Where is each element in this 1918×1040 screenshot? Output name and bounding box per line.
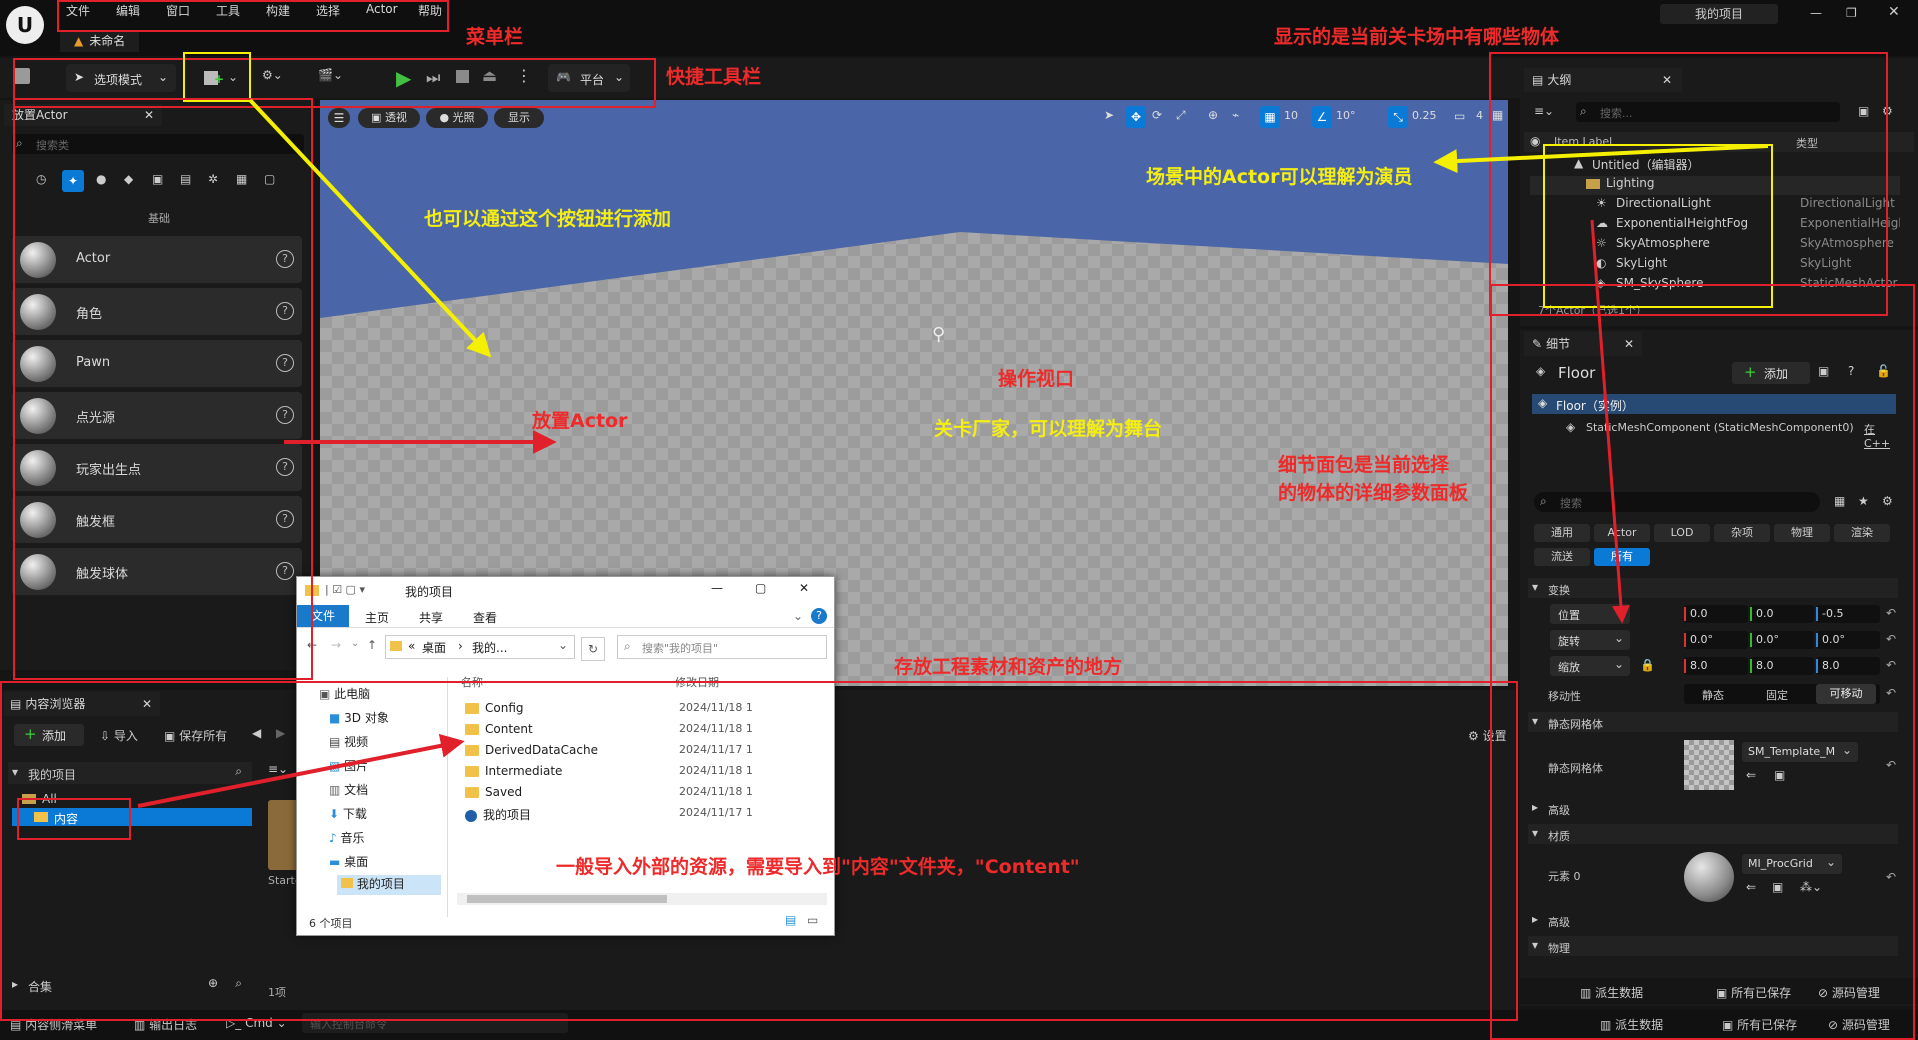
annotation-viewport: 操作视口 [998,368,1075,390]
annotation-quick-toolbar: 快捷工具栏 [666,66,762,88]
address-bar[interactable]: « 桌面 › 我的... ⌄ [385,635,575,659]
ribbon-tab-view[interactable]: 查看 [473,609,497,626]
scale-snap-icon: ⤡ [1388,106,1408,128]
project-name-badge: 我的项目 [1660,4,1778,24]
explorer-search-placeholder: 搜索"我的项目" [642,642,719,655]
level-icon: ▲ [74,34,84,48]
show-button[interactable]: 显示 [494,108,544,128]
lighting-button[interactable]: ● 光照 [426,108,488,128]
place-actors-highlight [13,98,313,680]
level-tab-label: 未命名 [89,34,126,48]
angle-icon: ∠ [1312,106,1332,128]
annotation-actors: 场景中的Actor可以理解为演员 [1146,166,1413,188]
annotation-details-2: 的物体的详细参数面板 [1278,482,1469,504]
ribbon-expand-icon[interactable]: ⌄ [793,609,803,623]
annotation-outliner: 显示的是当前关卡场中有哪些物体 [1274,26,1560,48]
cube-icon: ▣ [371,111,385,124]
address-row: ← → ⌄ ↑ « 桌面 › 我的... ⌄ ↻ ⌕ 搜索"我的项目" [297,633,834,661]
search-icon: ⌕ [624,639,631,653]
camera-speed-button[interactable]: ▭ 4 [1454,106,1488,128]
rotate-tool-icon[interactable]: ⟳ [1152,108,1162,122]
path-project[interactable]: 我的... [472,639,507,656]
maximize-icon[interactable]: ❐ [1846,6,1857,20]
world-space-icon[interactable]: ⊕ [1208,108,1218,122]
path-chevron: « [408,639,416,653]
explorer-title: 我的项目 [405,585,454,599]
path-separator: › [458,639,463,653]
surface-snap-icon[interactable]: ⌁ [1232,108,1239,122]
help-icon[interactable]: ? [811,608,827,624]
path-desktop[interactable]: 桌面 [422,639,446,656]
recent-dropdown-icon[interactable]: ⌄ [351,638,359,649]
grid-icon: ▦ [1260,106,1280,128]
minimize-icon[interactable]: — [711,581,723,595]
quick-access-icons[interactable]: | ☑ ▢ ▾ [325,583,365,596]
viewport-toolbar: ☰ ▣ 透视 ● 光照 显示 ➤ ✥ ⟳ ⤢ ⊕ ⌁ ▦ 10 ∠ 10° ⤡ … [320,104,1508,132]
lighting-label: 光照 [452,111,475,124]
explorer-search-input[interactable]: ⌕ 搜索"我的项目" [617,635,827,659]
viewport-menu-icon[interactable]: ☰ [328,108,350,128]
angle-snap-value: 10° [1336,109,1356,122]
folder-icon [390,641,402,651]
annotation-level: 关卡厂家，可以理解为舞台 [934,418,1163,440]
ribbon-tab-share[interactable]: 共享 [419,609,443,626]
maximize-icon[interactable]: ▢ [755,581,766,595]
forward-arrow-icon[interactable]: → [331,638,341,652]
details-highlight [1490,284,1915,1040]
close-window-icon[interactable]: ✕ [799,581,809,595]
translate-tool-icon[interactable]: ✥ [1126,106,1146,128]
menu-bar-highlight [57,0,449,32]
perspective-button[interactable]: ▣ 透视 [358,108,420,128]
scale-tool-icon[interactable]: ⤢ [1176,108,1186,123]
unreal-logo-icon[interactable]: U [6,6,44,44]
annotation-content: 存放工程素材和资产的地方 [894,656,1123,678]
add-button-highlight [183,52,251,102]
grid-snap-value: 10 [1284,109,1298,122]
annotation-menu-bar: 菜单栏 [466,26,524,48]
lighting-icon: ● [439,111,453,124]
player-start-icon[interactable]: ⚲ [932,324,945,345]
scale-snap-button[interactable]: ⤡ 0.25 [1388,106,1437,128]
explorer-titlebar: | ☑ ▢ ▾ 我的项目 — ▢ ✕ [297,577,834,605]
select-tool-icon[interactable]: ➤ [1104,108,1114,122]
annotation-details-1: 细节面包是当前选择 [1278,454,1450,476]
content-browser-highlight [0,681,1518,1021]
up-arrow-icon[interactable]: ↑ [367,638,377,652]
explorer-ribbon: 文件 主页 共享 查看 ⌄ ? [297,605,834,628]
annotation-add-button: 也可以通过这个按钮进行添加 [424,208,672,230]
chevron-down-icon[interactable]: ⌄ [558,638,568,652]
perspective-label: 透视 [384,111,407,124]
camera-icon: ▭ [1454,109,1466,123]
level-tab[interactable]: ▲ 未命名 [60,30,140,52]
content-folder-highlight [17,798,131,840]
minimize-icon[interactable]: — [1810,6,1822,20]
refresh-icon[interactable]: ↻ [581,637,605,661]
scale-snap-value: 0.25 [1412,109,1437,122]
annotation-import: 一般导入外部的资源，需要导入到"内容"文件夹，"Content" [556,856,1080,878]
close-window-icon[interactable]: ✕ [1888,4,1900,20]
grid-snap-button[interactable]: ▦ 10 [1260,106,1300,128]
camera-speed-value: 4 [1476,109,1483,122]
annotation-place-actor: 放置Actor [532,410,628,432]
angle-snap-button[interactable]: ∠ 10° [1312,106,1356,128]
ribbon-tab-home[interactable]: 主页 [365,609,389,626]
